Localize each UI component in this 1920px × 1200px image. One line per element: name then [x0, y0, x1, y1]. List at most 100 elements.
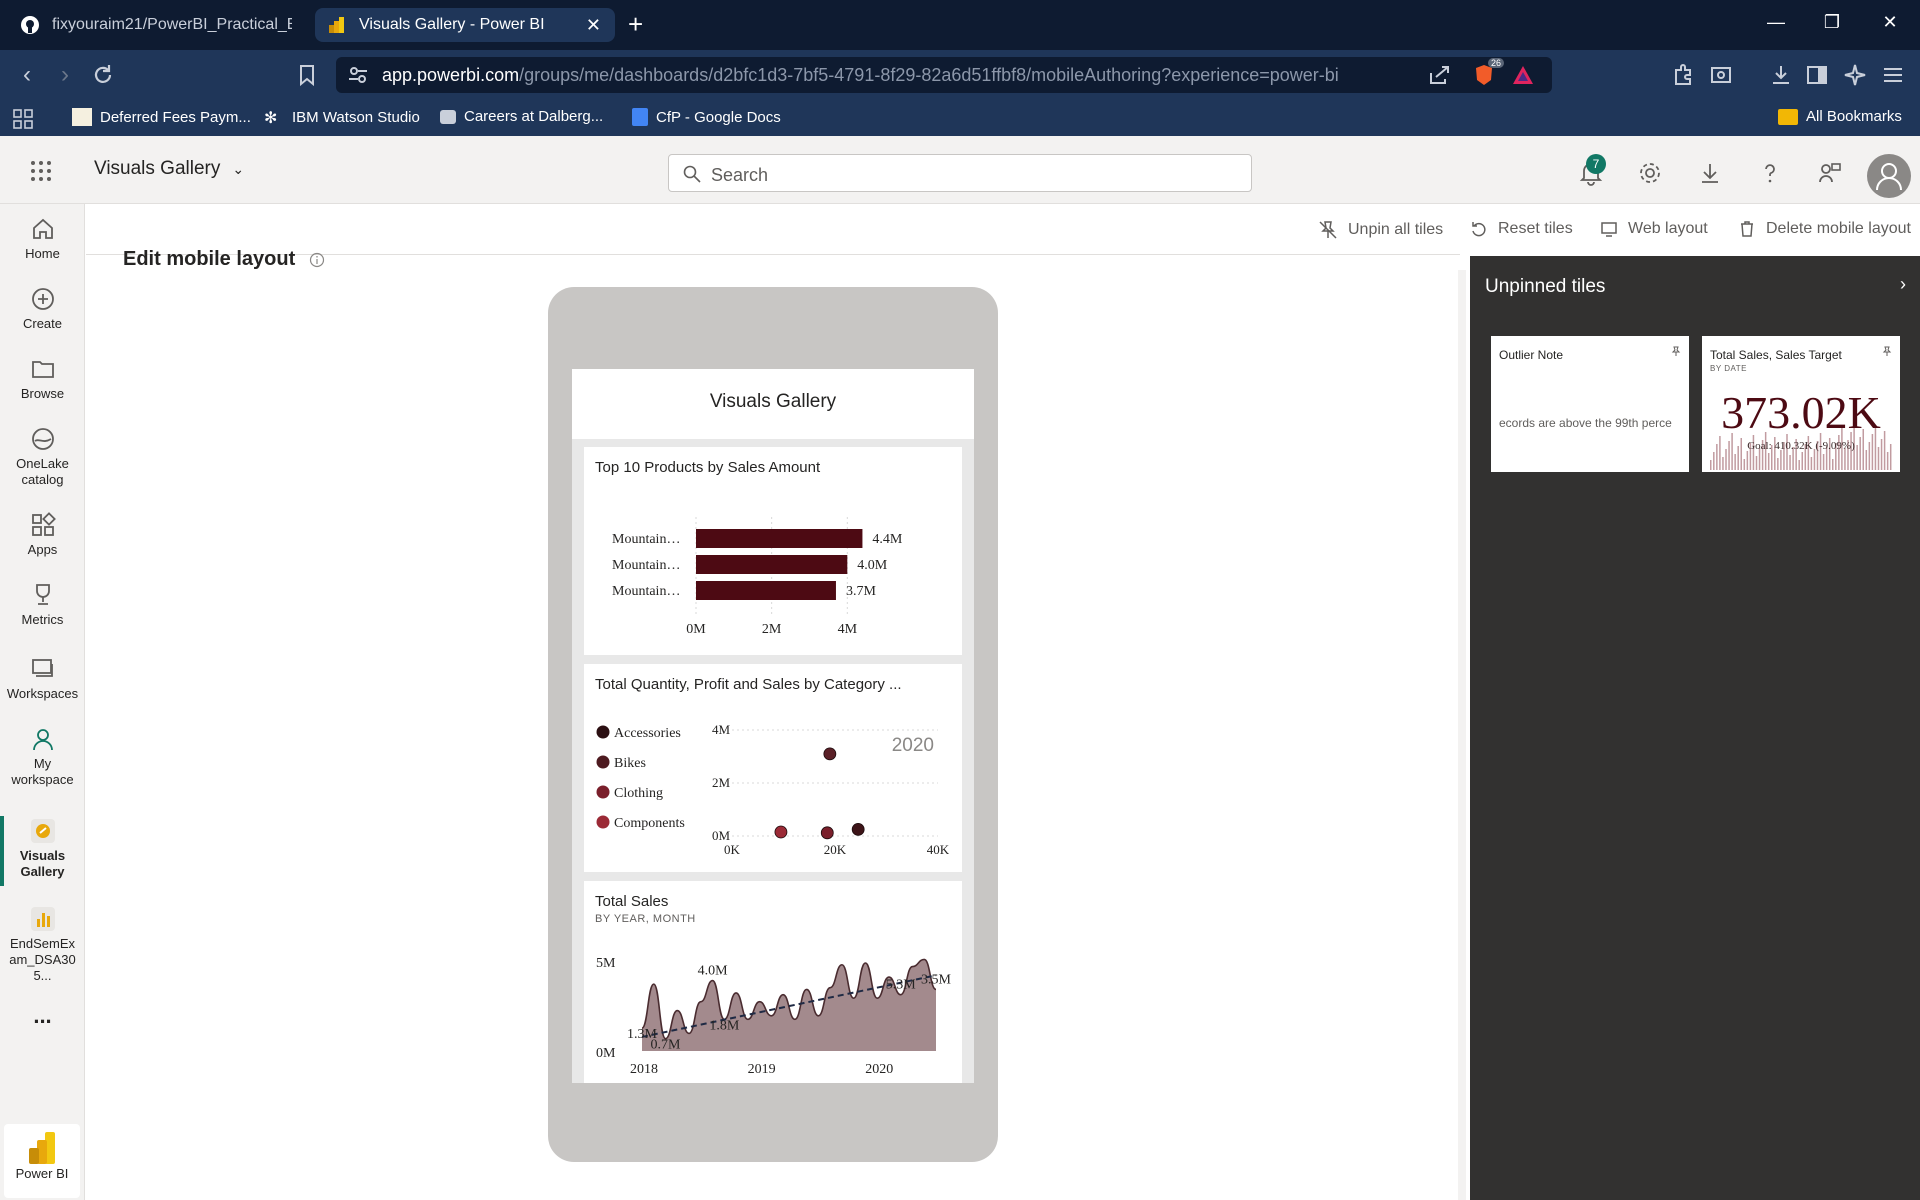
- search-input[interactable]: Search: [668, 154, 1252, 192]
- brave-badge: 26: [1488, 58, 1505, 68]
- rail-item-my-workspace[interactable]: My workspace: [0, 726, 85, 788]
- feedback-icon[interactable]: [1817, 160, 1843, 186]
- workspace-switcher[interactable]: Visuals Gallery ⌄: [94, 158, 244, 180]
- power-bi-label: Power BI: [15, 1166, 69, 1181]
- x-tick-label: 2020: [865, 1062, 893, 1077]
- legend-label: Accessories: [614, 726, 681, 741]
- bookmark-label: CfP - Google Docs: [656, 108, 781, 126]
- bookmark-label: All Bookmarks: [1806, 108, 1902, 125]
- legend-marker: [596, 755, 610, 769]
- browser-tab-powerbi[interactable]: Visuals Gallery - Power BI ✕: [315, 8, 615, 42]
- pin-icon[interactable]: [1671, 346, 1681, 356]
- power-bi-switcher[interactable]: Power BI: [4, 1124, 80, 1198]
- url-text: app.powerbi.com/groups/me/dashboards/d2b…: [382, 65, 1339, 86]
- data-point: [851, 822, 865, 836]
- chevron-right-icon[interactable]: ›: [1900, 274, 1906, 295]
- pane-title: Unpinned tiles: [1485, 276, 1606, 297]
- restore-icon[interactable]: ❐: [1820, 12, 1844, 33]
- avatar[interactable]: [1867, 154, 1911, 198]
- rail-item-visuals-gallery[interactable]: Visuals Gallery: [0, 818, 85, 880]
- y-tick-label: 0M: [712, 828, 731, 843]
- delete-mobile-layout-button[interactable]: Delete mobile layout: [1738, 220, 1911, 238]
- browser-tab-github[interactable]: fixyouraim21/PowerBI_Practical_Exam: [10, 8, 310, 42]
- bookmark-deferred-fees[interactable]: Deferred Fees Paym...: [72, 108, 251, 126]
- settings-icon[interactable]: [1637, 160, 1663, 186]
- site-settings-icon[interactable]: [348, 66, 368, 84]
- bookmark-careers-dalberg[interactable]: Careers at Dalberg...: [440, 108, 603, 125]
- new-tab-icon[interactable]: +: [628, 10, 643, 38]
- share-icon[interactable]: [1428, 65, 1450, 85]
- browser-nav-bar: ‹ › app.powerbi.com/groups/me/dashboards…: [0, 50, 1920, 100]
- folder-icon: [1778, 108, 1798, 125]
- sidebar-toggle-icon[interactable]: [1804, 62, 1830, 88]
- info-icon[interactable]: [309, 252, 325, 268]
- rail-item-browse[interactable]: Browse: [0, 356, 85, 402]
- help-icon[interactable]: [1757, 160, 1783, 186]
- legend-label: Clothing: [614, 786, 663, 801]
- close-window-icon[interactable]: ✕: [1878, 12, 1902, 33]
- tile-category-scatter[interactable]: 4M 2M 0M 0K 20K 40K Accessories Bikes Clothing Co…: [584, 664, 962, 872]
- rail-item-home[interactable]: Home: [0, 216, 85, 262]
- forward-icon[interactable]: ›: [52, 62, 78, 88]
- legend-marker: [596, 785, 610, 799]
- data-label: 4.0M: [857, 558, 888, 573]
- close-tab-icon[interactable]: ✕: [586, 15, 601, 36]
- rail-label: OneLake catalog: [16, 456, 69, 487]
- reset-tiles-button[interactable]: Reset tiles: [1470, 220, 1573, 238]
- page-title-text: Edit mobile layout: [123, 248, 296, 270]
- minimize-icon[interactable]: —: [1764, 12, 1788, 33]
- tab-title: Visuals Gallery - Power BI: [359, 16, 545, 33]
- more-options-icon[interactable]: ...: [0, 1005, 85, 1027]
- kpi-trend-bar: [1710, 460, 1712, 470]
- kpi-trend-bar: [1734, 454, 1736, 470]
- unpin-icon: [1319, 221, 1337, 239]
- tile-top-products[interactable]: 0M 2M 4M Mountain… 4.4M Mountain… 4.0M Mountain…: [584, 447, 962, 655]
- extensions-icon[interactable]: [1670, 62, 1696, 88]
- wallet-icon[interactable]: [1708, 62, 1734, 88]
- chevron-down-icon: ⌄: [232, 160, 245, 177]
- bookmark-ibm-watson[interactable]: ✻ IBM Watson Studio: [264, 108, 420, 128]
- button-label: Delete mobile layout: [1766, 220, 1911, 237]
- app-launcher-icon[interactable]: [30, 160, 52, 182]
- canvas-scrollbar[interactable]: [1458, 270, 1466, 1200]
- tile-title: Total Quantity, Profit and Sales by Cate…: [595, 676, 902, 693]
- button-label: Reset tiles: [1498, 220, 1573, 237]
- address-bar[interactable]: app.powerbi.com/groups/me/dashboards/d2b…: [336, 57, 1552, 93]
- watson-icon: ✻: [264, 110, 278, 127]
- pin-icon[interactable]: [1882, 346, 1892, 356]
- back-icon[interactable]: ‹: [14, 62, 40, 88]
- bookmark-page-icon[interactable]: [294, 62, 320, 88]
- unpin-all-tiles-button[interactable]: Unpin all tiles: [1318, 220, 1443, 240]
- x-tick-label: 4M: [838, 622, 858, 637]
- kpi-trend-bar: [1798, 460, 1800, 470]
- apps-grid-icon[interactable]: [12, 108, 34, 130]
- data-label: 5.3M: [886, 978, 917, 993]
- rail-item-create[interactable]: Create: [0, 286, 85, 332]
- menu-icon[interactable]: [1880, 62, 1906, 88]
- unpinned-tile-outlier-note[interactable]: Outlier Note ecords are above the 99th p…: [1491, 336, 1689, 472]
- x-tick-label: 2018: [630, 1062, 658, 1077]
- download-icon[interactable]: [1697, 160, 1723, 186]
- kpi-trend-bar: [1801, 452, 1803, 470]
- brave-rewards-icon[interactable]: [1512, 65, 1534, 85]
- leo-ai-icon[interactable]: [1842, 62, 1868, 88]
- all-bookmarks[interactable]: All Bookmarks: [1778, 108, 1902, 125]
- bookmark-cfp-docs[interactable]: CfP - Google Docs: [632, 108, 781, 126]
- dashboard-title: Visuals Gallery: [572, 369, 974, 439]
- web-layout-button[interactable]: Web layout: [1600, 220, 1708, 238]
- rail-label: Visuals Gallery: [19, 848, 66, 879]
- tile-total-sales[interactable]: 5M 0M 2018 2019 2020 1.3M 0.7M 4.0M 1.8M 5.3M 3.5M…: [584, 881, 962, 1083]
- data-label: 4.0M: [698, 964, 729, 979]
- unpinned-tiles-pane: Unpinned tiles › Outlier Note ecords are…: [1470, 256, 1920, 1200]
- legend-marker: [596, 815, 610, 829]
- downloads-icon[interactable]: [1768, 62, 1794, 88]
- rail-item-apps[interactable]: Apps: [0, 512, 85, 558]
- rail-item-onelake[interactable]: OneLake catalog: [0, 426, 85, 488]
- rail-item-metrics[interactable]: Metrics: [0, 582, 85, 628]
- reload-icon[interactable]: [90, 62, 116, 88]
- data-label: 3.5M: [921, 972, 952, 987]
- kpi-trend-bar: [1743, 459, 1746, 470]
- rail-item-endsem-report[interactable]: EndSemExam_DSA305...: [0, 906, 85, 984]
- rail-item-workspaces[interactable]: Workspaces: [0, 656, 85, 702]
- unpinned-tile-kpi[interactable]: Total Sales, Sales Target BY DATE 373.02…: [1702, 336, 1900, 472]
